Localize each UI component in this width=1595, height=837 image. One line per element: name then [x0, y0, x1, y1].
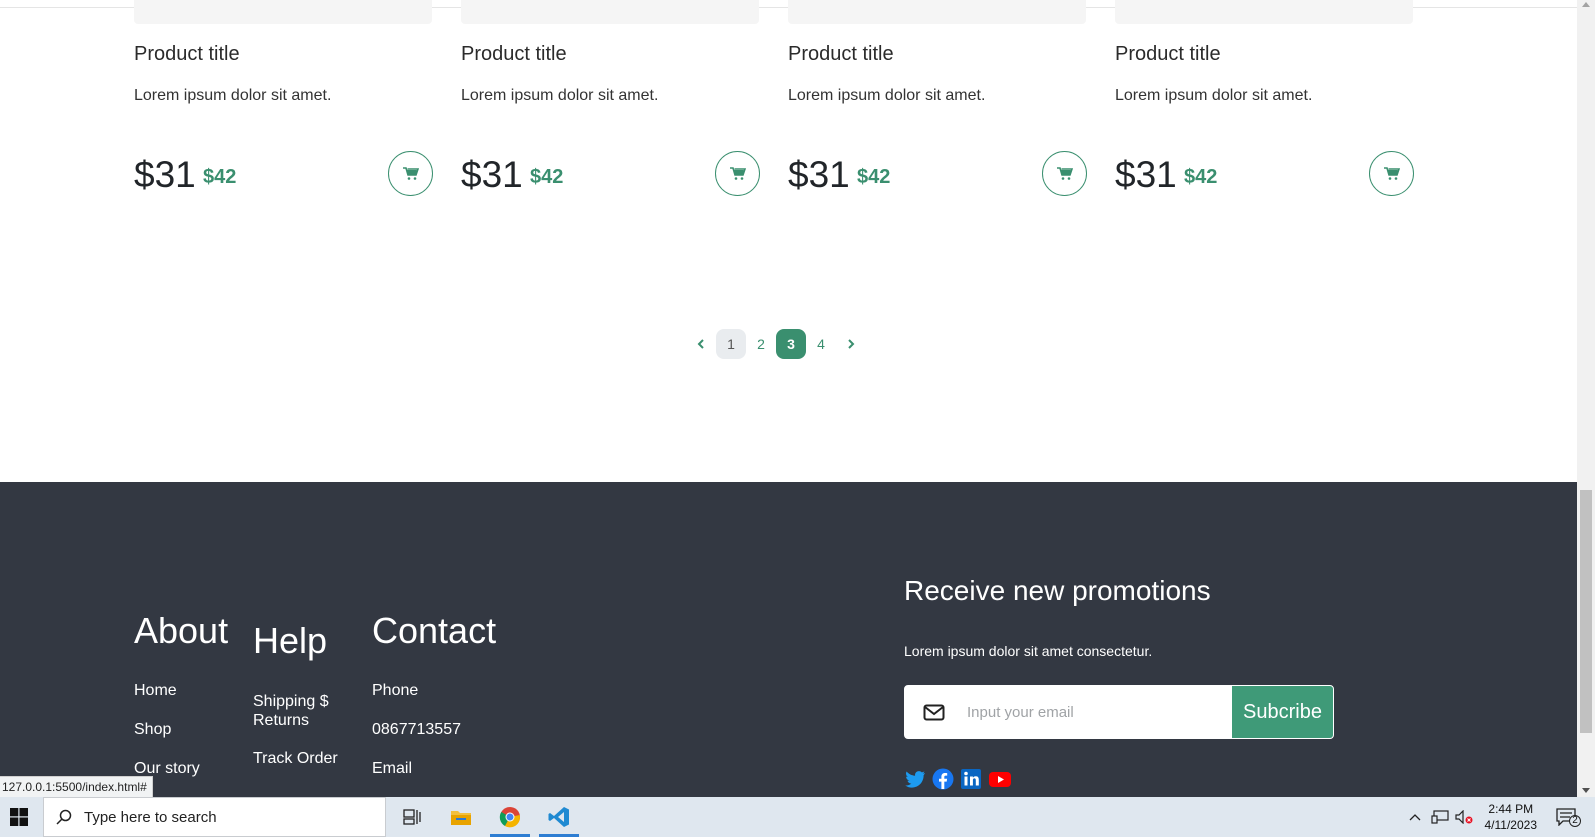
cart-icon [1383, 166, 1400, 180]
product-title[interactable]: Product title [788, 43, 894, 66]
product-image [1115, 0, 1413, 24]
product-description: Lorem ipsum dolor sit amet. [134, 87, 332, 104]
scrollbar-thumb[interactable] [1580, 490, 1592, 733]
product-title[interactable]: Product title [461, 43, 567, 66]
product-image [461, 0, 759, 24]
product-image [788, 0, 1086, 24]
product-card[interactable]: Product title Lorem ipsum dolor sit amet… [134, 0, 433, 210]
footer-help: Help [253, 620, 327, 662]
product-description: Lorem ipsum dolor sit amet. [788, 87, 986, 104]
product-price: $31 [788, 154, 850, 195]
mail-icon [905, 686, 963, 738]
promo-description: Lorem ipsum dolor sit amet consectetur. [904, 643, 1153, 659]
vscode-icon [548, 807, 569, 827]
footer-link-shop[interactable]: Shop [134, 721, 171, 739]
footer-help-heading: Help [253, 620, 328, 661]
footer-about-heading: About [134, 610, 229, 651]
product-card[interactable]: Product title Lorem ipsum dolor sit amet… [788, 0, 1087, 210]
add-to-cart-button[interactable] [1042, 151, 1087, 196]
taskbar-search-placeholder: Type here to search [84, 808, 217, 826]
product-title[interactable]: Product title [1115, 43, 1221, 66]
linkedin-icon[interactable] [960, 768, 982, 790]
chrome-taskbar-button[interactable] [487, 797, 533, 837]
facebook-icon[interactable] [932, 768, 954, 790]
product-old-price: $42 [203, 166, 237, 188]
add-to-cart-button[interactable] [715, 151, 760, 196]
task-view-icon [403, 809, 421, 825]
chevron-left-icon [697, 339, 704, 349]
start-button[interactable] [0, 797, 38, 837]
taskbar-date: 4/11/2023 [1484, 818, 1538, 832]
vertical-scrollbar[interactable] [1577, 0, 1595, 797]
product-old-price: $42 [1184, 166, 1218, 188]
footer-link-shipping-returns[interactable]: Shipping $ Returns [253, 692, 333, 730]
pagination-page-4[interactable]: 4 [806, 329, 836, 359]
chrome-icon [499, 807, 520, 828]
notification-count: 2 [1569, 815, 1581, 827]
cart-icon [402, 166, 419, 180]
youtube-icon[interactable] [988, 768, 1011, 790]
product-old-price: $42 [530, 166, 564, 188]
search-icon [56, 809, 72, 825]
social-links [904, 768, 1011, 790]
file-explorer-button[interactable] [438, 797, 484, 837]
site-footer: About Home Shop Our story Help Shipping … [0, 482, 1577, 797]
chevron-up-icon[interactable] [1409, 813, 1421, 821]
cart-icon [729, 166, 746, 180]
subscribe-button[interactable]: Subcribe [1232, 686, 1333, 738]
product-price: $31 [461, 154, 523, 195]
chevron-right-icon [848, 339, 855, 349]
product-description: Lorem ipsum dolor sit amet. [1115, 87, 1313, 104]
footer-contact-email-label: Email [372, 760, 413, 777]
product-card[interactable]: Product title Lorem ipsum dolor sit amet… [461, 0, 760, 210]
footer-contact-phone-label: Phone [372, 682, 419, 699]
product-image [134, 0, 432, 24]
product-card[interactable]: Product title Lorem ipsum dolor sit amet… [1115, 0, 1414, 210]
pagination-page-1[interactable]: 1 [716, 329, 746, 359]
scroll-up-icon[interactable] [1582, 2, 1590, 7]
pagination-page-2[interactable]: 2 [746, 329, 776, 359]
twitter-icon[interactable] [904, 768, 926, 790]
pagination-next-button[interactable] [836, 329, 866, 359]
taskbar-search-box[interactable]: Type here to search [43, 797, 386, 837]
vscode-taskbar-button[interactable] [536, 797, 582, 837]
windows-logo-icon [10, 808, 28, 826]
promo-title: Receive new promotions [904, 575, 1211, 606]
footer-about: About [134, 610, 228, 652]
footer-contact: Contact [372, 610, 496, 652]
product-title[interactable]: Product title [134, 43, 240, 66]
product-price: $31 [1115, 154, 1177, 195]
taskbar-clock[interactable]: 2:44 PM 4/11/2023 [1485, 801, 1538, 833]
footer-contact-heading: Contact [372, 610, 497, 651]
pagination-prev-button[interactable] [686, 329, 716, 359]
product-price: $31 [134, 154, 196, 195]
add-to-cart-button[interactable] [388, 151, 433, 196]
network-icon[interactable] [1430, 810, 1449, 824]
volume-muted-icon[interactable] [1454, 810, 1473, 824]
browser-viewport: Product title Lorem ipsum dolor sit amet… [0, 0, 1577, 797]
system-tray: 2:44 PM 4/11/2023 2 [1409, 797, 1595, 837]
footer-contact-phone-number[interactable]: 0867713557 [372, 721, 461, 739]
status-bar-url: 127.0.0.1:5500/index.html# [0, 776, 153, 797]
product-old-price: $42 [857, 166, 891, 188]
footer-link-home[interactable]: Home [134, 682, 177, 700]
add-to-cart-button[interactable] [1369, 151, 1414, 196]
product-description: Lorem ipsum dolor sit amet. [461, 87, 659, 104]
scroll-down-icon[interactable] [1582, 788, 1590, 793]
task-view-button[interactable] [389, 797, 435, 837]
email-input[interactable] [963, 686, 1232, 738]
notification-center-button[interactable]: 2 [1537, 797, 1595, 837]
windows-taskbar: Type here to search 2:44 PM 4/11/2023 2 [0, 797, 1595, 837]
subscribe-form: Subcribe [904, 685, 1334, 739]
pagination: 1 2 3 4 [686, 328, 866, 360]
pagination-page-3[interactable]: 3 [776, 329, 806, 359]
cart-icon [1056, 166, 1073, 180]
taskbar-time: 2:44 PM [1488, 802, 1534, 816]
footer-link-track-order[interactable]: Track Order [253, 750, 338, 768]
folder-icon [451, 811, 471, 825]
